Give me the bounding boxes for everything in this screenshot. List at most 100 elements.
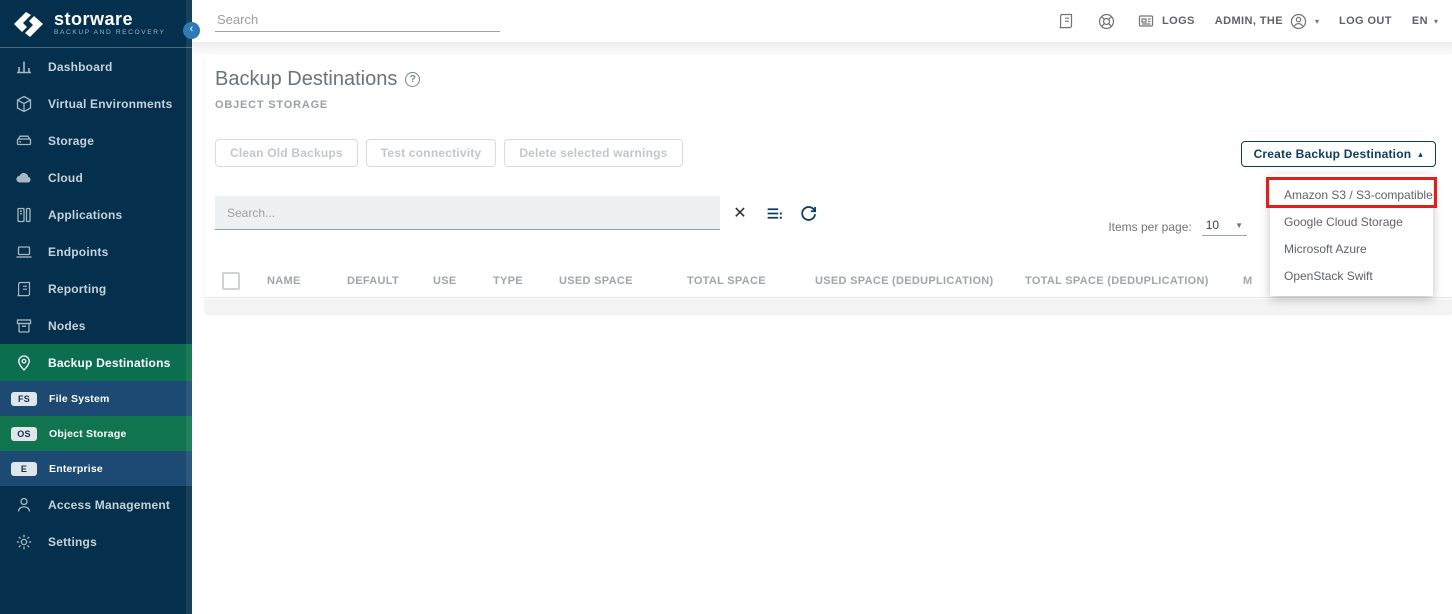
enterprise-badge: E <box>11 462 37 476</box>
fs-badge: FS <box>11 392 37 406</box>
storware-logo-icon <box>12 10 46 38</box>
sidebar-item-settings[interactable]: Settings <box>0 523 192 560</box>
sidebar-item-endpoints[interactable]: Endpoints <box>0 233 192 270</box>
column-header-total-space[interactable]: TOTAL SPACE <box>687 275 766 287</box>
clean-old-backups-button[interactable]: Clean Old Backups <box>215 139 358 167</box>
page-title: Backup Destinations <box>215 68 397 91</box>
sidebar-item-label: Enterprise <box>49 463 103 475</box>
chevron-down-icon: ▼ <box>1235 221 1243 230</box>
chevron-down-icon: ▾ <box>1434 17 1438 26</box>
bulk-actions: Clean Old Backups Test connectivity Dele… <box>215 139 683 167</box>
sidebar-item-label: File System <box>49 393 110 405</box>
sidebar-item-enterprise[interactable]: E Enterprise <box>0 451 192 486</box>
logs-button[interactable]: LOGS <box>1136 11 1195 31</box>
sidebar-item-label: Storage <box>48 134 94 148</box>
column-header-total-space-dedup[interactable]: TOTAL SPACE (DEDUPLICATION) <box>1025 275 1209 287</box>
sidebar: storware BACKUP AND RECOVERY Dashboard V… <box>0 0 192 614</box>
sidebar-item-file-system[interactable]: FS File System <box>0 381 192 416</box>
user-label: ADMIN, THE <box>1215 15 1283 27</box>
content-card: Backup Destinations ? OBJECT STORAGE Cle… <box>205 55 1452 313</box>
topbar-actions: LOGS ADMIN, THE ▾ LOG OUT EN ▾ <box>1056 0 1438 42</box>
report-scroll-icon <box>14 280 34 298</box>
applications-icon <box>14 206 34 224</box>
sidebar-item-storage[interactable]: Storage <box>0 122 192 159</box>
table-footer-strip <box>205 299 1452 313</box>
items-per-page-value: 10 <box>1206 218 1219 232</box>
items-per-page-label: Items per page: <box>1108 220 1191 234</box>
sidebar-nav: Dashboard Virtual Environments Storage C… <box>0 48 192 560</box>
sidebar-item-virtual-environments[interactable]: Virtual Environments <box>0 85 192 122</box>
menu-item-microsoft-azure[interactable]: Microsoft Azure <box>1270 235 1433 262</box>
app-window: storware BACKUP AND RECOVERY Dashboard V… <box>0 0 1452 614</box>
topbar-shadow <box>192 42 1452 54</box>
chevron-up-icon: ▴ <box>1418 149 1423 160</box>
brand-name: storware <box>54 10 166 28</box>
nodes-box-icon <box>14 317 34 335</box>
chevron-down-icon: ▾ <box>1315 17 1319 26</box>
column-header-truncated[interactable]: M <box>1243 275 1252 287</box>
sidebar-item-cloud[interactable]: Cloud <box>0 159 192 196</box>
table-header-row: NAME DEFAULT USE TYPE USED SPACE TOTAL S… <box>205 266 1452 298</box>
clear-search-icon[interactable]: ✕ <box>730 203 750 223</box>
language-menu[interactable]: EN ▾ <box>1412 15 1438 27</box>
refresh-icon[interactable] <box>798 203 818 223</box>
column-header-name[interactable]: NAME <box>267 275 301 287</box>
os-badge: OS <box>11 427 37 441</box>
create-backup-destination-button[interactable]: Create Backup Destination ▴ <box>1241 141 1436 167</box>
cube-icon <box>14 95 34 113</box>
sidebar-item-access-management[interactable]: Access Management <box>0 486 192 523</box>
section-caption: OBJECT STORAGE <box>215 99 328 111</box>
menu-item-google-cloud-storage[interactable]: Google Cloud Storage <box>1270 208 1433 235</box>
delete-selected-warnings-button[interactable]: Delete selected warnings <box>504 139 682 167</box>
column-header-use[interactable]: USE <box>433 275 457 287</box>
sidebar-item-label: Reporting <box>48 282 106 296</box>
topbar: LOGS ADMIN, THE ▾ LOG OUT EN ▾ <box>192 0 1452 42</box>
logout-button[interactable]: LOG OUT <box>1339 15 1392 27</box>
items-per-page: Items per page: 10 ▼ <box>1108 218 1247 236</box>
column-header-default[interactable]: DEFAULT <box>347 275 399 287</box>
menu-item-amazon-s3[interactable]: Amazon S3 / S3-compatible <box>1270 181 1433 208</box>
sidebar-item-label: Endpoints <box>48 245 108 259</box>
sidebar-item-label: Settings <box>48 535 97 549</box>
sidebar-item-dashboard[interactable]: Dashboard <box>0 48 192 85</box>
help-lifebuoy-icon[interactable] <box>1096 11 1116 31</box>
tasks-icon[interactable] <box>1056 11 1076 31</box>
test-connectivity-button[interactable]: Test connectivity <box>366 139 497 167</box>
location-pin-icon <box>14 354 34 372</box>
create-button-label: Create Backup Destination <box>1254 147 1412 161</box>
newspaper-icon <box>1136 11 1156 31</box>
global-search-input[interactable] <box>215 8 500 32</box>
sidebar-item-label: Applications <box>48 208 122 222</box>
logs-label: LOGS <box>1162 15 1195 27</box>
laptop-icon <box>14 243 34 261</box>
menu-item-openstack-swift[interactable]: OpenStack Swift <box>1270 262 1433 289</box>
sidebar-item-backup-destinations[interactable]: Backup Destinations <box>0 344 192 381</box>
sidebar-item-label: Object Storage <box>49 428 126 440</box>
person-icon <box>14 496 34 514</box>
sidebar-collapse-button[interactable]: ‹ <box>183 22 200 39</box>
column-filter-icon[interactable] <box>764 203 784 223</box>
select-all-checkbox[interactable] <box>222 272 240 290</box>
search-tools: ✕ <box>730 203 818 223</box>
sidebar-item-applications[interactable]: Applications <box>0 196 192 233</box>
sidebar-item-nodes[interactable]: Nodes <box>0 307 192 344</box>
sidebar-item-reporting[interactable]: Reporting <box>0 270 192 307</box>
sidebar-item-label: Access Management <box>48 498 170 512</box>
sidebar-item-label: Dashboard <box>48 60 112 74</box>
column-header-type[interactable]: TYPE <box>493 275 523 287</box>
create-destination-menu: Amazon S3 / S3-compatible Google Cloud S… <box>1270 174 1433 296</box>
sidebar-item-label: Nodes <box>48 319 86 333</box>
column-header-used-space[interactable]: USED SPACE <box>559 275 633 287</box>
sidebar-item-object-storage[interactable]: OS Object Storage <box>0 416 192 451</box>
sidebar-item-label: Cloud <box>48 171 83 185</box>
items-per-page-select[interactable]: 10 ▼ <box>1202 218 1247 236</box>
brand-logo[interactable]: storware BACKUP AND RECOVERY <box>0 0 192 48</box>
user-menu[interactable]: ADMIN, THE ▾ <box>1215 11 1319 31</box>
sidebar-item-label: Backup Destinations <box>48 356 171 370</box>
storage-drive-icon <box>14 132 34 150</box>
gear-icon <box>14 533 34 551</box>
sidebar-item-label: Virtual Environments <box>48 97 172 111</box>
table-search-input[interactable] <box>215 196 720 230</box>
help-icon[interactable]: ? <box>405 72 420 87</box>
column-header-used-space-dedup[interactable]: USED SPACE (DEDUPLICATION) <box>815 275 994 287</box>
